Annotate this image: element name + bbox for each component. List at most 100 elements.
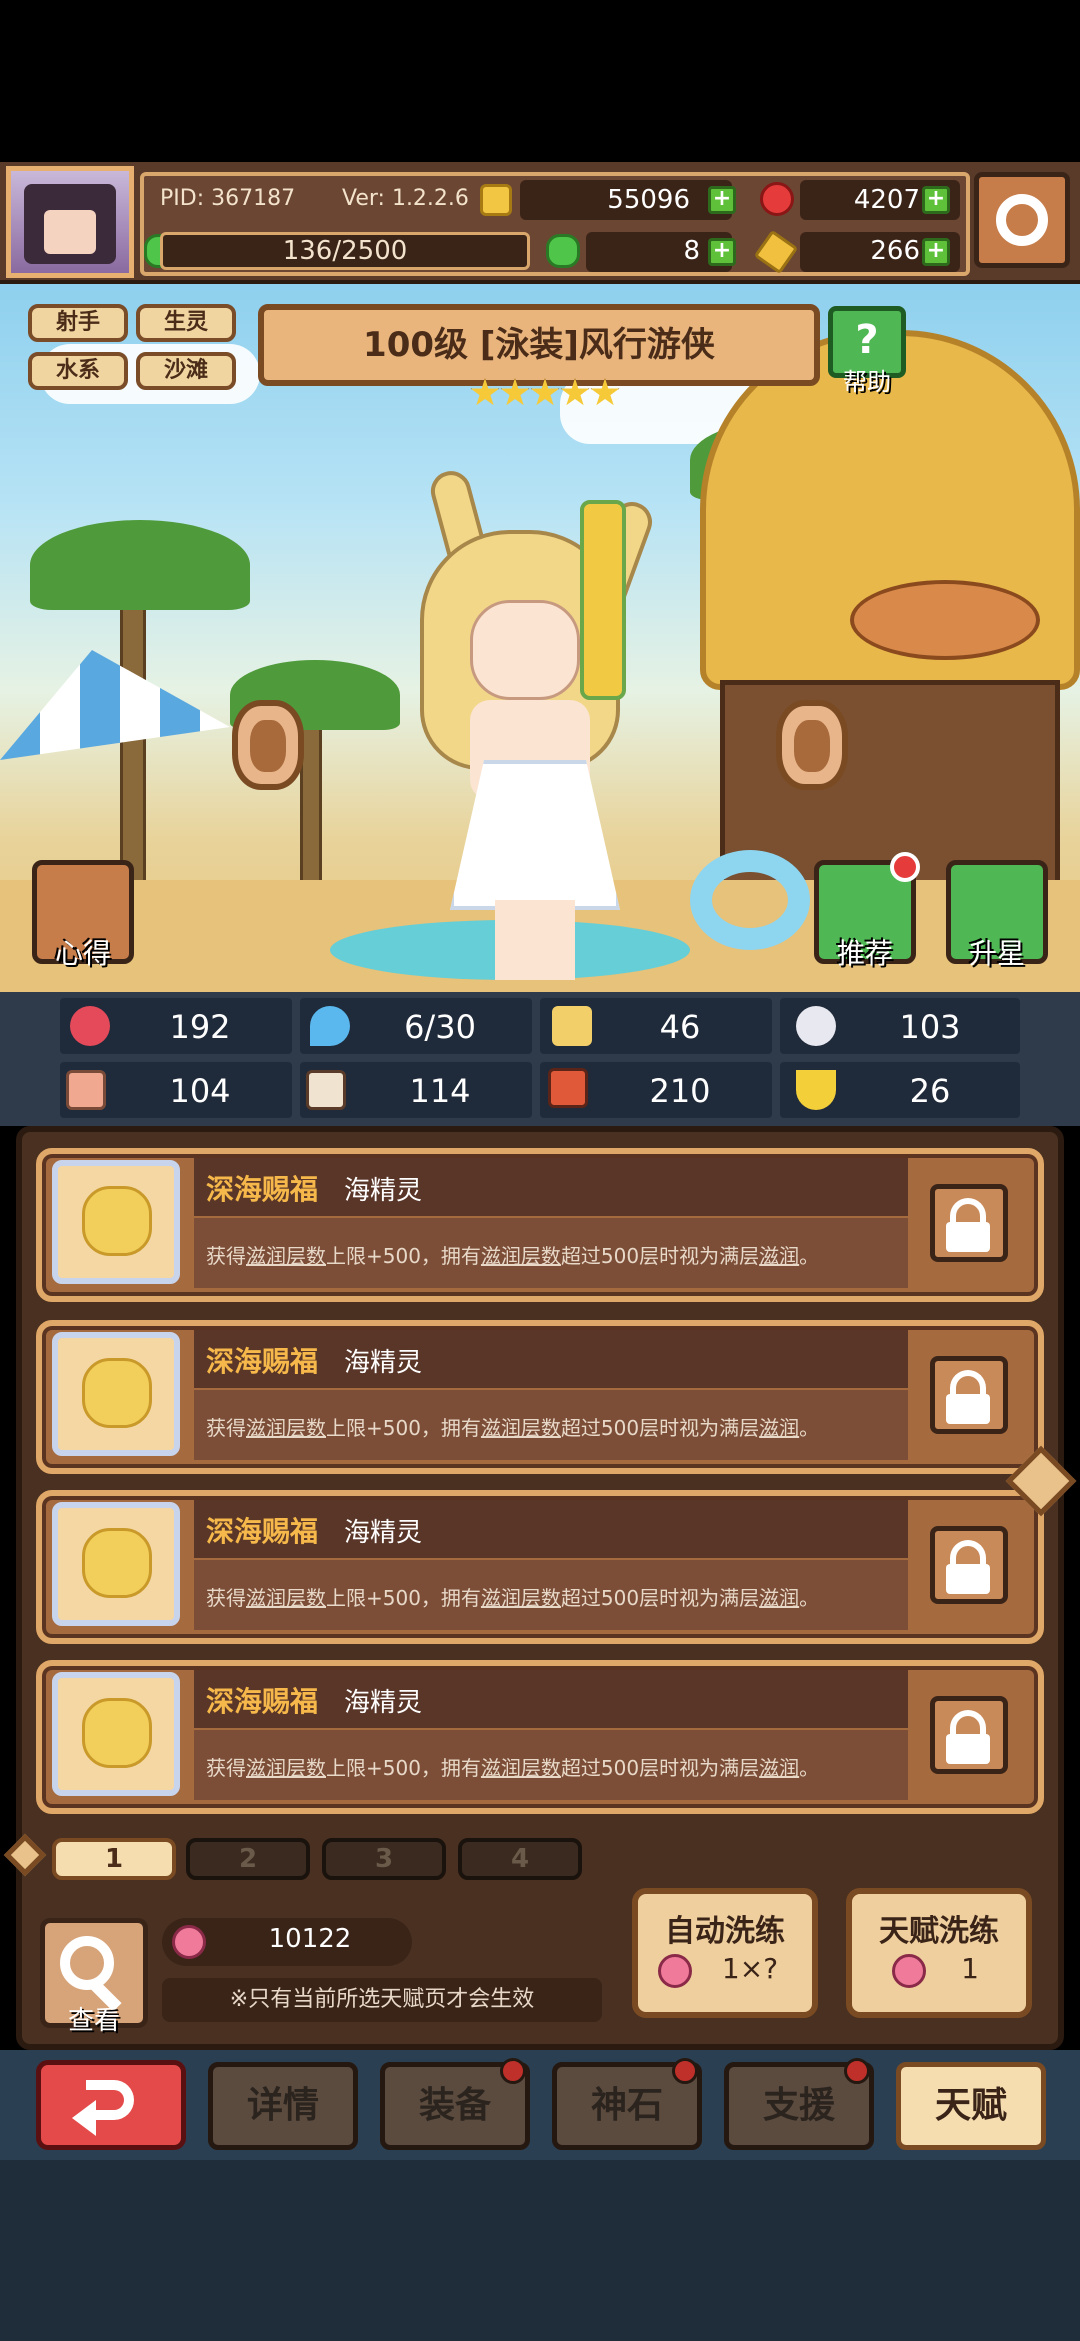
talent-page-tab[interactable]: 3 [322,1838,446,1880]
character-face [470,600,580,700]
power-icon [548,1068,588,1108]
view-label: 查看 [67,2006,120,2036]
stat-attack-value: 104 [169,1072,231,1110]
desc-text: 超过500层时视为满层 [560,1244,760,1268]
paw-icon [82,1186,152,1256]
hut-sign [850,580,1040,660]
keyword-link[interactable]: 滋润层数 [246,1416,326,1440]
star-icon [470,378,500,406]
talent-description: 获得滋润层数上限+500，拥有滋润层数超过500层时视为满层滋润。 [206,1582,906,1611]
talent-page-tab[interactable]: 4 [458,1838,582,1880]
stat-speed-value: 103 [899,1008,961,1046]
talent-name: 深海赐福 [206,1515,319,1548]
fist-icon [66,1070,106,1110]
tag-class: 射手 [28,304,128,342]
nav-details-button[interactable]: 详情 [208,2062,358,2150]
keyword-link[interactable]: 滋润层数 [481,1756,561,1780]
add-key-button[interactable]: + [922,238,950,266]
status-bar-area [0,0,1080,162]
desc-text: 上限+500，拥有 [326,1586,481,1610]
key-amount: 266 [870,236,920,266]
tag-race: 生灵 [136,304,236,342]
notification-dot [890,852,920,882]
keyword-link[interactable]: 滋润层数 [246,1756,326,1780]
keyword-link[interactable]: 滋润 [759,1244,799,1268]
add-clover-button[interactable]: + [708,238,736,266]
add-ruby-button[interactable]: + [922,186,950,214]
keyword-link[interactable]: 滋润层数 [246,1244,326,1268]
nav-talent-button[interactable]: 天赋 [896,2062,1046,2150]
chevron-left-icon [250,720,286,772]
water-drop-icon [310,1006,350,1046]
fruit-icon [658,1954,692,1988]
keyword-link[interactable]: 滋润 [759,1586,799,1610]
auto-refine-title: 自动洗练 [665,1914,785,1949]
talent-refine-cost: 1 [961,1952,979,1985]
talent-description: 获得滋润层数上限+500，拥有滋润层数超过500层时视为满层滋润。 [206,1752,906,1781]
talent-source: 海精灵 [344,1688,423,1718]
talent-description: 获得滋润层数上限+500，拥有滋润层数超过500层时视为满层滋润。 [206,1240,906,1269]
bottom-area [0,2160,1080,2341]
water-gun [580,500,626,700]
desc-text: 超过500层时视为满层 [560,1756,760,1780]
avatar-face [44,210,96,254]
player-id: PID: 367187 [160,186,296,211]
stat-defense-value: 46 [659,1008,701,1046]
paw-icon [82,1528,152,1598]
star-icon [500,378,530,406]
padlock-body [946,1394,990,1424]
stat-power-value: 210 [649,1072,711,1110]
heart-icon [70,1006,110,1046]
padlock-body [946,1734,990,1764]
ruby-icon [760,182,794,216]
keyword-link[interactable]: 滋润层数 [246,1586,326,1610]
keyword-link[interactable]: 滋润 [759,1756,799,1780]
keyword-link[interactable]: 滋润层数 [481,1416,561,1440]
stat-magic-value: 114 [409,1072,471,1110]
add-gold-button[interactable]: + [708,186,736,214]
fruit-icon [172,1925,206,1959]
desc-text: 。 [799,1586,820,1610]
stat-mana-value: 6/30 [404,1008,476,1046]
desc-text: 。 [799,1756,820,1780]
desc-text: 超过500层时视为满层 [560,1586,760,1610]
stamina-value: 136/2500 [282,236,408,266]
desc-text: 获得 [206,1244,246,1268]
talent-source: 海精灵 [344,1518,423,1548]
swim-ring [690,850,810,950]
talent-description: 获得滋润层数上限+500，拥有滋润层数超过500层时视为满层滋润。 [206,1412,906,1441]
desc-text: 获得 [206,1416,246,1440]
desc-text: 上限+500，拥有 [326,1756,481,1780]
clover-icon [546,234,580,268]
talent-page-tab[interactable]: 1 [52,1838,176,1880]
keyword-link[interactable]: 滋润 [759,1416,799,1440]
padlock-body [946,1564,990,1594]
game-version: Ver: 1.2.2.6 [342,186,469,211]
talent-name: 深海赐福 [206,1685,319,1718]
star-icon [560,378,590,406]
keyword-link[interactable]: 滋润层数 [481,1244,561,1268]
keyword-link[interactable]: 滋润层数 [481,1586,561,1610]
notification-dot [672,2058,698,2084]
auto-refine-cost: 1×? [721,1952,779,1985]
chevron-right-icon [794,720,830,772]
magnifier-icon [60,1936,114,1990]
wing-icon [796,1006,836,1046]
ruby-amount: 4207 [853,185,920,215]
desc-text: 。 [799,1244,820,1268]
star-rating [470,378,620,412]
book-icon [306,1070,346,1110]
fruit-count: 10122 [268,1924,352,1954]
gear-icon [996,194,1048,246]
desc-text: 获得 [206,1756,246,1780]
gold-amount: 55096 [607,185,690,215]
stat-luck-value: 26 [909,1072,951,1110]
talent-page-tab[interactable]: 2 [186,1838,310,1880]
talent-name: 深海赐福 [206,1173,319,1206]
talent-source: 海精灵 [344,1348,423,1378]
desc-text: 上限+500，拥有 [326,1244,481,1268]
talent-source: 海精灵 [344,1176,423,1206]
help-label: 帮助 [843,368,891,396]
palm-leaves [30,520,250,610]
character-legs [495,900,575,980]
